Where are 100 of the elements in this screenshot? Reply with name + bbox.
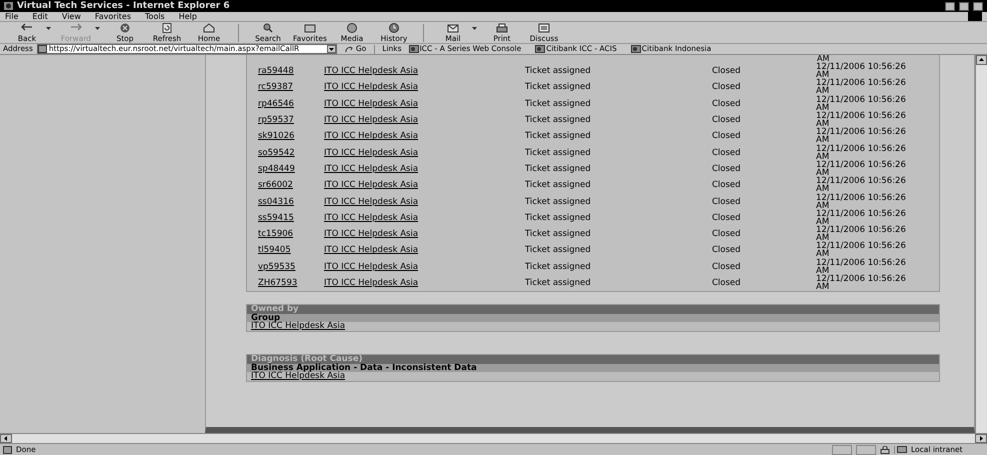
table-cell-text: 12/11/2006 10:56:26 AM	[816, 112, 907, 128]
group-link[interactable]: ITO ICC Helpdesk Asia	[251, 371, 346, 382]
table-cell-text: 12/11/2006 10:56:26 AM	[816, 226, 907, 242]
folder-icon	[303, 22, 317, 33]
section-header: Owned by	[247, 305, 939, 314]
table-cell-text: Ticket assigned	[525, 164, 592, 173]
table-cell-text: Closed	[712, 100, 742, 108]
table-cell-text: Closed	[712, 132, 742, 140]
ie-logo-icon	[4, 2, 13, 10]
discussion-icon	[537, 22, 551, 33]
table-cell-text: 12/11/2006 10:56:26 AM	[816, 79, 907, 96]
stop-icon	[118, 22, 132, 33]
ticket-link[interactable]: ss59415	[258, 214, 324, 222]
dropdown-caret-icon	[472, 26, 477, 30]
field-label: Group	[247, 314, 939, 322]
table-cell-text: 12/11/2006 10:56:26 AM	[816, 63, 907, 80]
envelope-icon	[446, 22, 460, 33]
table-cell-text: Ticket assigned	[525, 181, 592, 190]
group-link[interactable]: ITO ICC Helpdesk Asia	[324, 198, 525, 206]
dropdown-caret-icon	[95, 26, 100, 30]
close-button[interactable]	[973, 2, 983, 10]
group-link[interactable]: ITO ICC Helpdesk Asia	[324, 164, 525, 173]
table-cell-text: Ticket assigned	[525, 83, 592, 92]
ticket-link[interactable]: rc59387	[258, 83, 324, 92]
table-cell-text: Closed	[712, 67, 742, 76]
menu-item[interactable]: Favorites	[94, 12, 132, 20]
menu-item[interactable]: Help	[178, 12, 197, 20]
table-cell-text: Closed	[712, 262, 742, 271]
table-cell-text: Closed	[712, 246, 742, 254]
group-link[interactable]: ITO ICC Helpdesk Asia	[251, 321, 346, 332]
computer-icon	[897, 446, 909, 454]
group-link[interactable]: ITO ICC Helpdesk Asia	[324, 132, 525, 140]
ticket-link[interactable]: rp46546	[258, 100, 324, 108]
table-cell-text: Closed	[712, 279, 742, 287]
table-cell-text: Ticket assigned	[525, 132, 592, 140]
table-cell-text: 12/11/2006 10:56:26 AM	[816, 144, 907, 161]
table-cell-text: Ticket assigned	[525, 230, 592, 238]
table-cell-text: 12/11/2006 10:56:26 AM	[816, 210, 907, 226]
table-cell-text: 12/11/2006 10:56:26 AM	[816, 96, 907, 112]
vertical-scrollbar[interactable]	[975, 55, 987, 433]
field-label: Business Application - Data - Inconsistent Data	[247, 364, 939, 372]
horizontal-scrollbar[interactable]	[0, 433, 987, 443]
ticket-link[interactable]: tc15906	[258, 230, 324, 238]
ticket-link[interactable]: tl59405	[258, 246, 324, 254]
group-link[interactable]: ITO ICC Helpdesk Asia	[324, 246, 525, 254]
table-cell-text: Closed	[712, 164, 742, 173]
ticket-link[interactable]: ss04316	[258, 198, 324, 206]
table-cell-text: Closed	[712, 83, 742, 92]
table-cell-text: Closed	[712, 181, 742, 190]
ticket-link[interactable]: vp59535	[258, 262, 324, 271]
group-link[interactable]: ITO ICC Helpdesk Asia	[324, 116, 525, 124]
ticket-link[interactable]: sp48449	[258, 164, 324, 173]
table-cell-text: Closed	[712, 230, 742, 238]
padlock-icon	[880, 446, 890, 454]
section-header: Diagnosis (Root Cause)	[247, 355, 939, 364]
printer-icon	[495, 22, 509, 33]
group-link[interactable]: ITO ICC Helpdesk Asia	[324, 181, 525, 190]
group-link[interactable]: ITO ICC Helpdesk Asia	[324, 214, 525, 222]
right-arrow-icon	[69, 22, 83, 33]
table-cell-text: Closed	[712, 116, 742, 124]
group-link[interactable]: ITO ICC Helpdesk Asia	[324, 262, 525, 271]
group-link[interactable]: ITO ICC Helpdesk Asia	[324, 67, 525, 76]
minimize-button[interactable]	[945, 2, 955, 10]
ticket-link[interactable]: sr66002	[258, 181, 324, 190]
menu-item[interactable]: Edit	[32, 12, 48, 20]
table-cell-text: Ticket assigned	[525, 148, 592, 157]
menu-item[interactable]: View	[62, 12, 81, 20]
window-title: Virtual Tech Services - Internet Explorer 6	[17, 2, 230, 10]
menu-item[interactable]: File	[5, 12, 18, 20]
table-cell: AM	[817, 55, 830, 63]
refresh-icon	[160, 22, 174, 33]
ticket-link[interactable]: sk91026	[258, 132, 324, 140]
table-cell-text: Closed	[712, 198, 742, 206]
table-cell-text: Ticket assigned	[525, 214, 592, 222]
table-cell-text: 12/11/2006 10:56:26 AM	[816, 194, 907, 210]
group-link[interactable]: ITO ICC Helpdesk Asia	[324, 83, 525, 92]
menu-item[interactable]: Tools	[145, 12, 165, 20]
left-arrow-icon	[20, 22, 34, 33]
group-link[interactable]: ITO ICC Helpdesk Asia	[324, 279, 525, 287]
table-cell-text: Ticket assigned	[525, 67, 592, 76]
ticket-link[interactable]: so59542	[258, 148, 324, 157]
caret-icon	[328, 48, 334, 50]
table-cell-text: Ticket assigned	[525, 198, 592, 206]
ticket-link[interactable]: rp59537	[258, 116, 324, 124]
table-cell-text: 12/11/2006 10:56:26 AM	[816, 160, 907, 177]
table-cell-text: Closed	[712, 148, 742, 157]
group-link[interactable]: ITO ICC Helpdesk Asia	[324, 148, 525, 157]
group-link[interactable]: ITO ICC Helpdesk Asia	[324, 100, 525, 108]
table-cell-text: 12/11/2006 10:56:26 AM	[816, 128, 907, 144]
magnifier-icon	[261, 22, 275, 33]
table-cell-text: 12/11/2006 10:56:26 AM	[816, 258, 907, 275]
table-cell-text: Ticket assigned	[525, 100, 592, 108]
maximize-button[interactable]	[959, 2, 969, 10]
ticket-link[interactable]: ZH67593	[258, 279, 324, 287]
dropdown-caret-icon	[46, 26, 51, 30]
page-icon	[3, 446, 12, 454]
group-link[interactable]: ITO ICC Helpdesk Asia	[324, 230, 525, 238]
ticket-link[interactable]: ra59448	[258, 67, 324, 76]
table-cell-text: Ticket assigned	[525, 262, 592, 271]
dropdown-button[interactable]	[326, 45, 336, 53]
